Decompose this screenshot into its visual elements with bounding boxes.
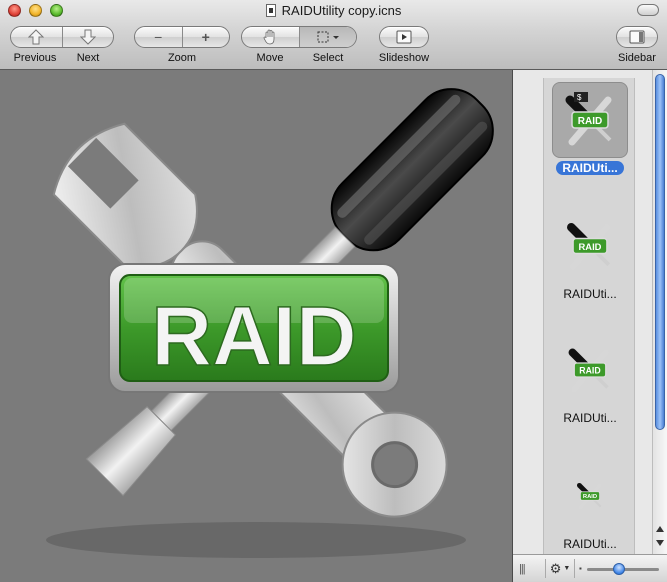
raid-badge-text: RAID xyxy=(151,289,356,383)
thumbnail-item[interactable]: $ RAID RAIDUti... xyxy=(544,82,636,175)
thumbnail-item[interactable]: RAID RAIDUti... xyxy=(544,332,636,425)
slideshow-control xyxy=(379,26,429,48)
thumbnail-item[interactable]: RAID RAIDUti... xyxy=(544,208,636,301)
previous-label: Previous xyxy=(13,52,57,64)
thumbnail-item[interactable]: RAID RAIDUti... xyxy=(544,458,636,551)
select-tool-button[interactable] xyxy=(298,27,356,47)
thumbnail-size-slider[interactable] xyxy=(587,563,659,575)
scroll-down-arrow-icon[interactable] xyxy=(656,540,664,546)
slider-knob[interactable] xyxy=(613,563,625,575)
zoom-control: − + xyxy=(134,26,230,48)
raid-utility-icon-image: RAID xyxy=(46,88,494,558)
thumbnail-label: RAIDUti... xyxy=(563,287,617,301)
thumbnail-icon: RAID xyxy=(576,482,602,510)
hand-icon xyxy=(263,29,275,45)
sidebar-toggle-button[interactable] xyxy=(617,27,657,47)
window-title-text: RAIDUtility copy.icns xyxy=(281,3,402,18)
sidebar-label: Sidebar xyxy=(618,52,656,64)
thumbnail-sidebar: $ RAID RAIDUti... RAID RAIDUti... RAID R… xyxy=(512,70,667,582)
move-tool-button[interactable] xyxy=(242,27,299,47)
thumbnail-label: RAIDUti... xyxy=(563,537,617,551)
thumbnail-frame: RAID xyxy=(552,208,628,284)
scroll-up-arrow-icon[interactable] xyxy=(656,526,664,532)
next-label: Next xyxy=(76,52,100,64)
plus-icon: + xyxy=(201,29,210,45)
slideshow-button[interactable] xyxy=(380,27,428,47)
minus-icon: − xyxy=(154,29,163,45)
thumbnail-label: RAIDUti... xyxy=(563,411,617,425)
select-label: Select xyxy=(312,52,344,64)
thumbnail-label: RAIDUti... xyxy=(556,161,624,175)
next-button[interactable] xyxy=(61,27,114,47)
thumbnail-frame: RAID xyxy=(552,332,628,408)
sidebar-scrollbar[interactable] xyxy=(652,70,667,554)
preview-window: RAIDUtility copy.icns Previous Next − + … xyxy=(0,0,667,582)
thumbnail-strip: $ RAID RAIDUti... RAID RAIDUti... RAID R… xyxy=(543,78,635,554)
prev-next-control xyxy=(10,26,114,48)
marquee-select-icon xyxy=(317,31,339,43)
gear-icon: ⚙ xyxy=(549,560,562,576)
move-select-control xyxy=(241,26,357,48)
svg-text:RAID: RAID xyxy=(578,116,602,127)
svg-text:RAID: RAID xyxy=(583,494,597,500)
up-arrow-icon xyxy=(28,29,45,45)
chevron-down-icon: ▼ xyxy=(563,565,571,572)
svg-text:$: $ xyxy=(577,93,582,102)
move-label: Move xyxy=(256,52,284,64)
document-icon xyxy=(265,4,276,17)
svg-text:RAID: RAID xyxy=(579,242,602,252)
sidebar-icon xyxy=(629,30,645,44)
thumbnail-icon: RAID xyxy=(568,348,609,393)
down-arrow-icon xyxy=(79,29,96,45)
svg-text:RAID: RAID xyxy=(579,366,600,376)
toolbar: RAIDUtility copy.icns Previous Next − + … xyxy=(0,0,667,70)
thumbnail-icon: $ RAID xyxy=(565,92,612,146)
zoom-label: Zoom xyxy=(167,52,197,64)
window-title: RAIDUtility copy.icns xyxy=(0,3,667,18)
slideshow-label: Slideshow xyxy=(378,52,430,64)
sidebar-control xyxy=(616,26,658,48)
thumbnail-icon: RAID xyxy=(567,223,611,270)
thumbnail-frame: RAID xyxy=(552,458,628,534)
zoom-out-button[interactable]: − xyxy=(135,27,182,47)
image-viewer[interactable]: RAID xyxy=(0,70,512,582)
zoom-in-button[interactable]: + xyxy=(181,27,230,47)
play-icon xyxy=(396,30,412,44)
sidebar-bottom-bar: ||| ⚙ ▼ ▪ xyxy=(513,554,667,582)
previous-button[interactable] xyxy=(11,27,62,47)
scrollbar-thumb[interactable] xyxy=(655,74,665,430)
action-menu-button[interactable]: ⚙ ▼ xyxy=(545,559,575,578)
thumbnail-frame: $ RAID xyxy=(552,82,628,158)
small-thumb-icon: ▪ xyxy=(579,564,582,573)
resize-grip-icon[interactable]: ||| xyxy=(519,563,526,575)
